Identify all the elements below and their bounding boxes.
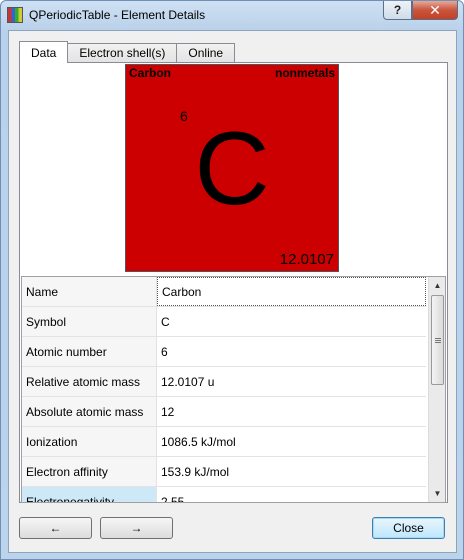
grip-icon <box>434 337 441 343</box>
vertical-scrollbar[interactable]: ▲ ▼ <box>428 277 445 502</box>
property-label: Absolute atomic mass <box>22 397 157 426</box>
data-tab-panel: Carbon nonmetals 6 C 12.0107 Name Carbon… <box>19 62 448 503</box>
tab-online[interactable]: Online <box>176 43 236 62</box>
table-row[interactable]: Atomic number 6 <box>22 337 426 367</box>
title-bar[interactable]: QPeriodicTable - Element Details ? ✕ <box>1 1 463 29</box>
element-details-window: QPeriodicTable - Element Details ? ✕ Dat… <box>0 0 464 560</box>
scroll-down-arrow-icon[interactable]: ▼ <box>429 485 445 502</box>
element-card-symbol: C <box>194 111 270 227</box>
dialog-client-area: Data Electron shell(s) Online Carbon non… <box>8 30 457 553</box>
help-button[interactable]: ? <box>383 1 412 20</box>
element-card-atomic-mass: 12.0107 <box>279 251 334 268</box>
table-row[interactable]: Electronegativity 2.55 <box>22 487 426 503</box>
table-row[interactable]: Relative atomic mass 12.0107 u <box>22 367 426 397</box>
property-label: Electron affinity <box>22 457 157 486</box>
property-value[interactable]: 6 <box>157 337 426 366</box>
property-value[interactable]: 153.9 kJ/mol <box>157 457 426 486</box>
scroll-up-arrow-icon[interactable]: ▲ <box>429 277 445 294</box>
table-row[interactable]: Symbol C <box>22 307 426 337</box>
properties-table[interactable]: Name Carbon Symbol C Atomic number 6 Rel… <box>21 276 446 503</box>
property-value[interactable]: 2.55 <box>157 487 426 503</box>
table-row[interactable]: Electron affinity 153.9 kJ/mol <box>22 457 426 487</box>
property-value[interactable]: 12 <box>157 397 426 426</box>
tab-electron-shells[interactable]: Electron shell(s) <box>67 43 178 62</box>
property-label: Electronegativity <box>22 487 157 502</box>
property-value[interactable]: Carbon <box>157 277 426 306</box>
tab-data[interactable]: Data <box>19 41 69 63</box>
property-label: Atomic number <box>22 337 157 366</box>
property-label: Relative atomic mass <box>22 367 157 396</box>
window-title: QPeriodicTable - Element Details <box>29 8 206 22</box>
close-button[interactable]: Close <box>372 517 445 539</box>
element-card-category: nonmetals <box>274 66 335 80</box>
scroll-thumb[interactable] <box>431 295 444 385</box>
property-label: Name <box>22 277 157 306</box>
property-label: Symbol <box>22 307 157 336</box>
element-card-name: Carbon <box>129 66 171 80</box>
table-row[interactable]: Absolute atomic mass 12 <box>22 397 426 427</box>
table-row[interactable]: Name Carbon <box>22 277 426 307</box>
forward-button[interactable]: → <box>100 517 173 539</box>
element-card: Carbon nonmetals 6 C 12.0107 <box>125 64 339 272</box>
tab-bar: Data Electron shell(s) Online <box>19 41 236 63</box>
property-label: Ionization <box>22 427 157 456</box>
window-close-button[interactable]: ✕ <box>412 1 458 20</box>
property-value[interactable]: 1086.5 kJ/mol <box>157 427 426 456</box>
property-value[interactable]: C <box>157 307 426 336</box>
periodic-table-app-icon <box>7 7 23 23</box>
table-row[interactable]: Ionization 1086.5 kJ/mol <box>22 427 426 457</box>
property-value[interactable]: 12.0107 u <box>157 367 426 396</box>
back-button[interactable]: ← <box>19 517 92 539</box>
